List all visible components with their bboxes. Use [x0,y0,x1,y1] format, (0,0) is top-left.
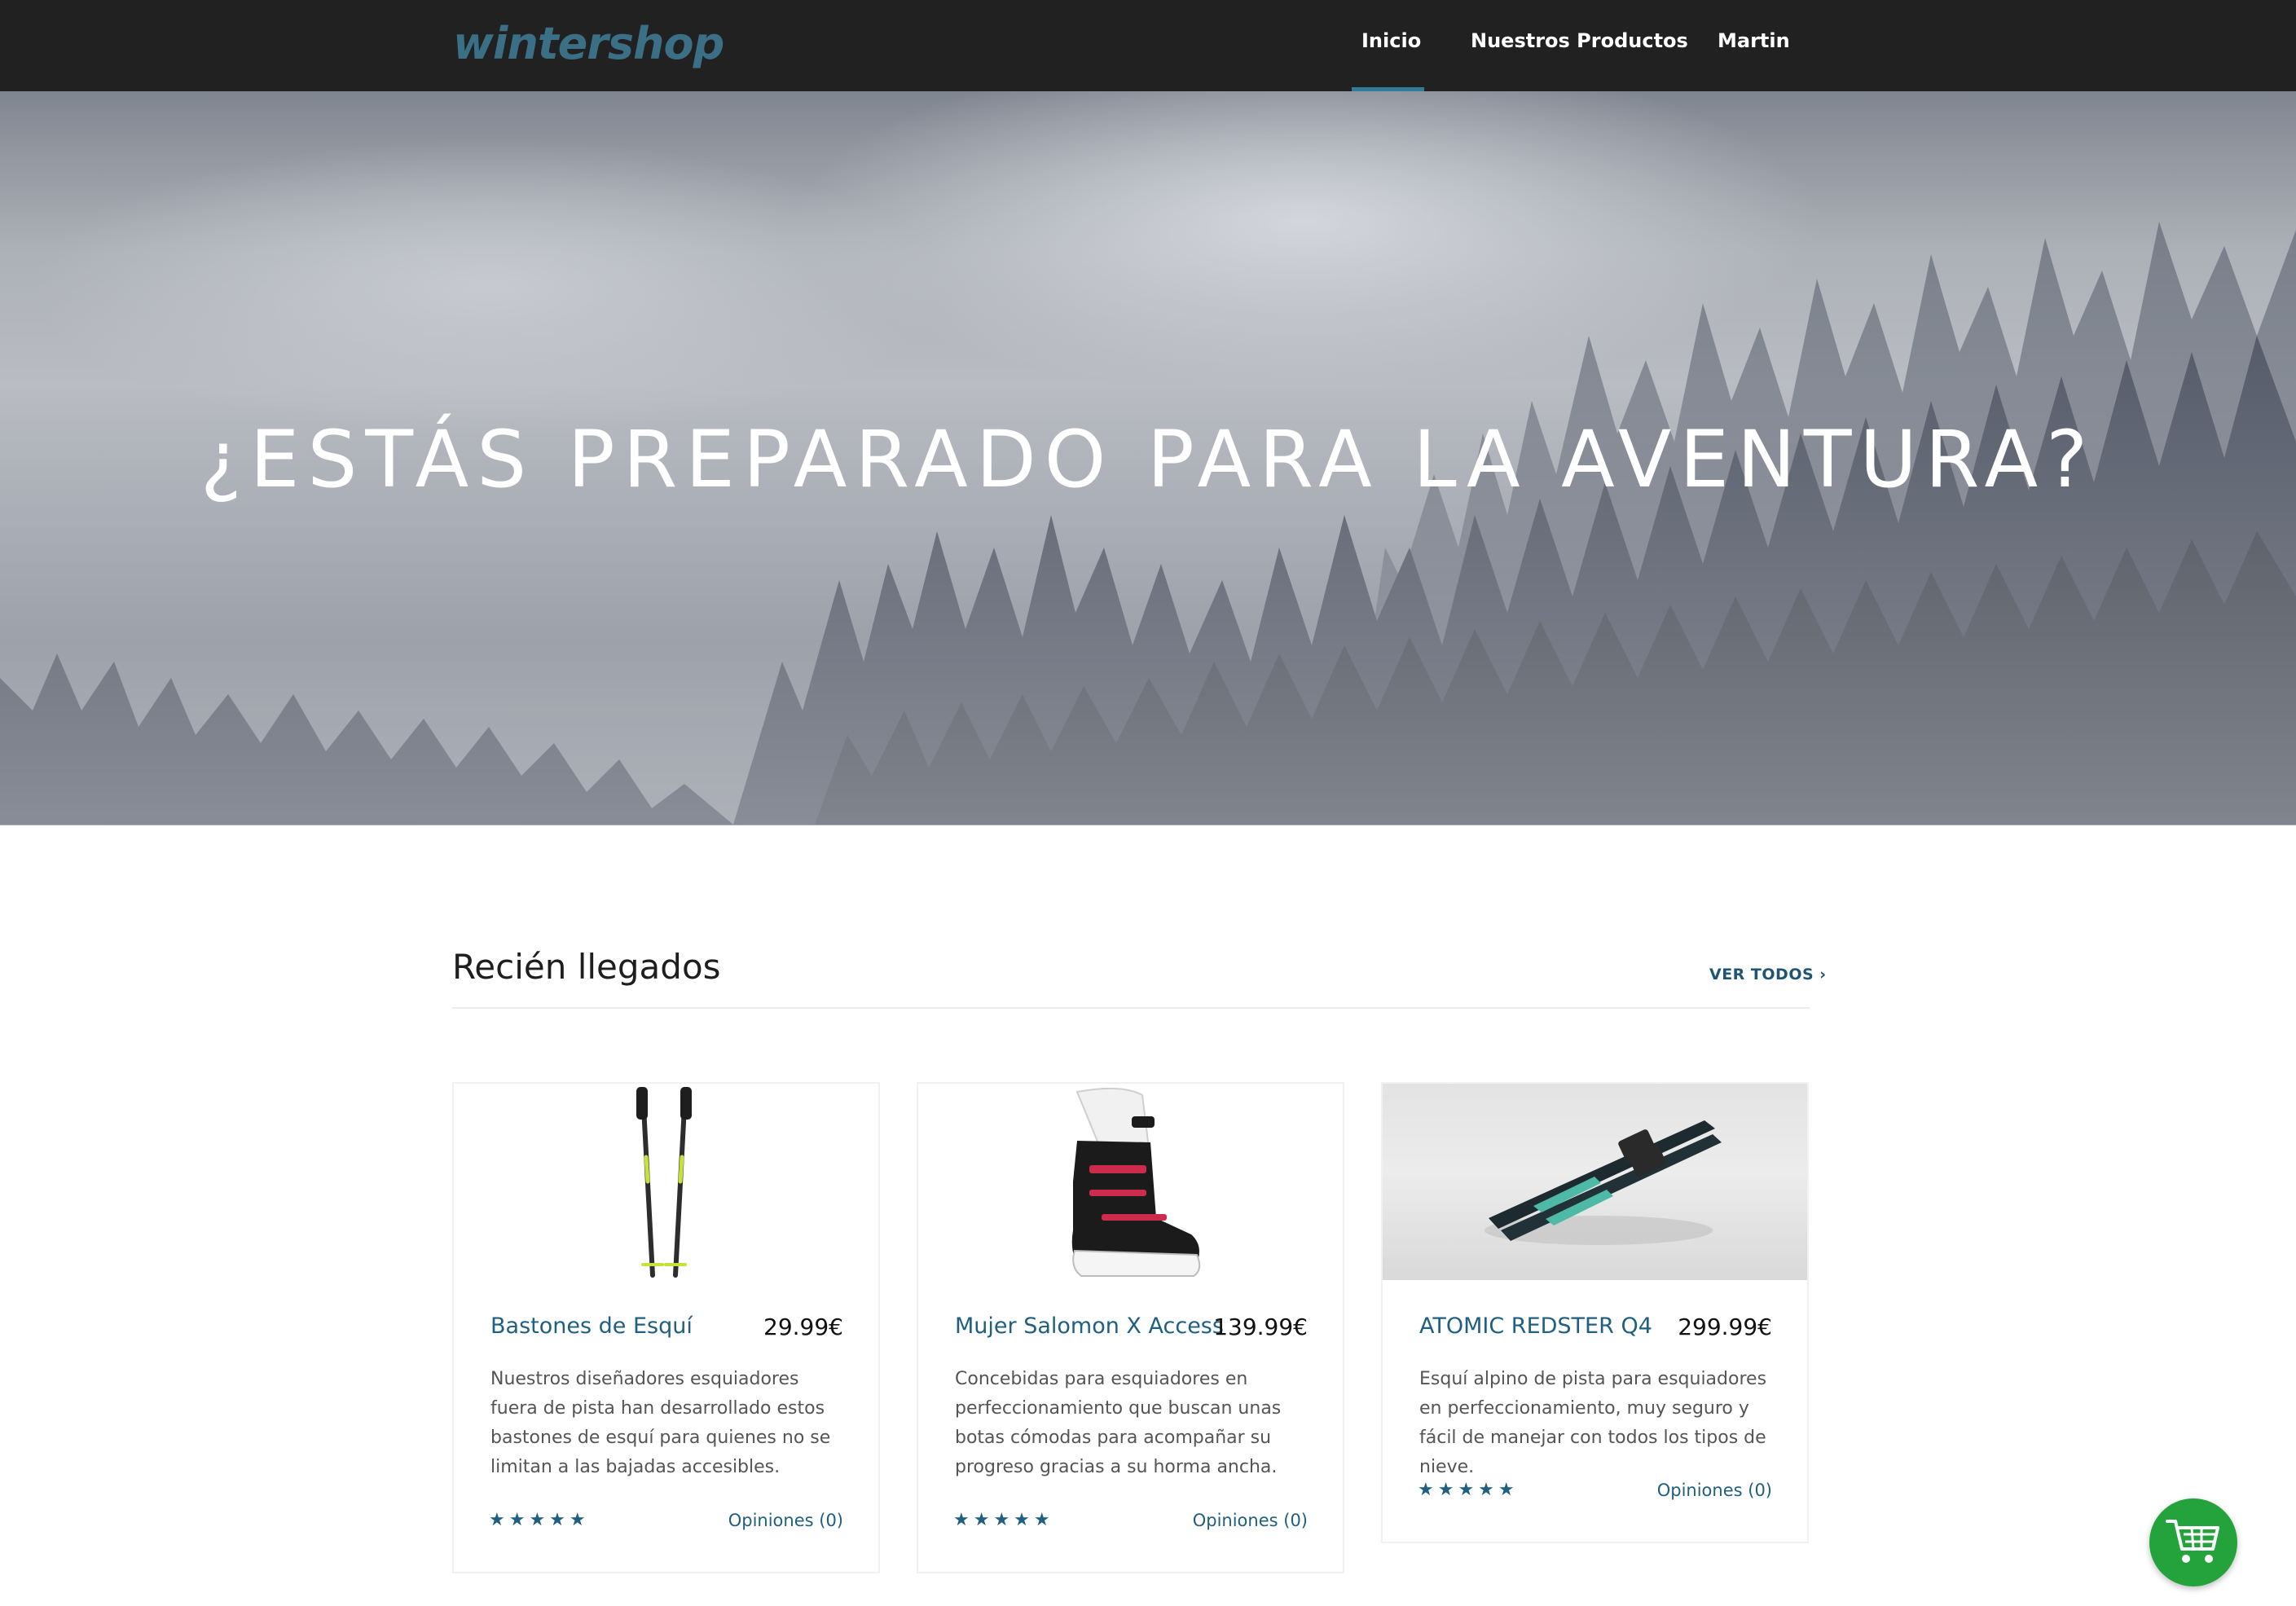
product-image-ski-poles[interactable] [454,1084,878,1280]
section-title: Recién llegados [452,947,721,987]
floating-cart-button[interactable] [2149,1498,2237,1586]
product-card[interactable]: Bastones de Esquí 29.99€ Nuestros diseña… [452,1082,880,1573]
hero-headline: ¿ESTÁS PREPARADO PARA LA AVENTURA? [200,414,2096,505]
shopping-cart-icon [2166,1520,2219,1563]
nav-inicio[interactable]: Inicio [1361,29,1421,52]
rating-stars: ★★★★★ [489,1509,590,1529]
nav-nuestros-productos[interactable]: Nuestros Productos [1471,29,1688,52]
reviews-link[interactable]: Opiniones (0) [1657,1481,1772,1500]
product-description: Concebidas para esquiadores en perfeccio… [955,1369,1282,1477]
product-description: Nuestros diseñadores esquiadores fuera d… [490,1369,831,1477]
product-price: 29.99€ [763,1313,843,1340]
product-name[interactable]: Mujer Salomon X Access [955,1313,1224,1339]
reviews-link[interactable]: Opiniones (0) [1193,1511,1308,1530]
reviews-link[interactable]: Opiniones (0) [728,1511,843,1530]
hero-carousel: ¿ESTÁS PREPARADO PARA LA AVENTURA? [0,91,2296,825]
product-image-skis[interactable] [1383,1084,1807,1280]
product-card[interactable]: ATOMIC REDSTER Q4 299.99€ Esquí alpino d… [1381,1082,1809,1543]
product-name[interactable]: ATOMIC REDSTER Q4 [1419,1313,1652,1339]
product-card[interactable]: Mujer Salomon X Access 139.99€ Concebida… [917,1082,1344,1573]
rating-stars: ★★★★★ [953,1509,1054,1529]
top-navbar: wintershop Inicio Nuestros Productos Mar… [0,0,2296,91]
product-price: 299.99€ [1678,1313,1772,1340]
section-divider [452,1007,1810,1009]
nav-user-martin[interactable]: Martin [1718,29,1790,52]
product-description: Esquí alpino de pista para esquiadores e… [1419,1369,1767,1477]
rating-stars: ★★★★★ [1418,1479,1519,1499]
wintershop-logo[interactable]: wintershop [453,18,724,69]
product-name[interactable]: Bastones de Esquí [490,1313,693,1339]
product-image-ski-boot[interactable] [918,1084,1343,1280]
product-price: 139.99€ [1213,1313,1308,1340]
see-all-link[interactable]: VER TODOS › [1709,966,1827,983]
